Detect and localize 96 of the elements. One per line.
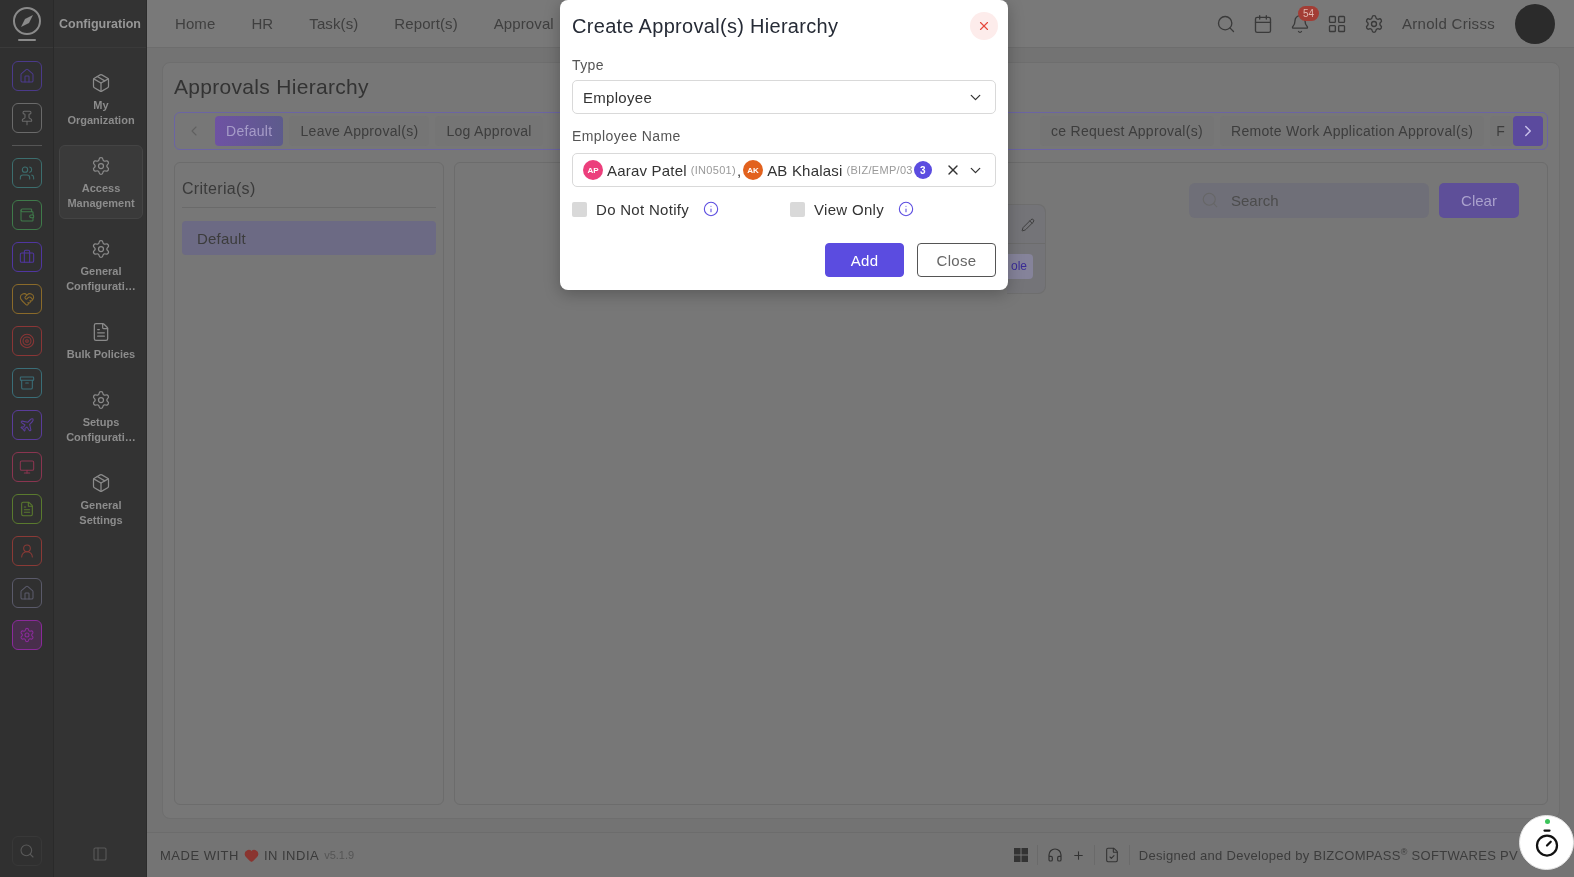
sidebar-item[interactable]: Bulk Policies — [59, 311, 143, 370]
sidebar-title: Configuration — [59, 16, 141, 31]
archive-icon — [18, 375, 35, 391]
plane-icon — [18, 417, 35, 433]
package-icon — [91, 473, 111, 493]
rail-button[interactable] — [11, 284, 42, 314]
calendar-icon[interactable] — [1252, 13, 1273, 34]
target-icon — [18, 333, 35, 349]
card-link[interactable]: ole — [1007, 254, 1033, 279]
wallet-icon — [18, 207, 35, 223]
rail-button[interactable] — [11, 452, 42, 482]
compass-icon[interactable] — [11, 5, 42, 42]
status-dot-icon — [1545, 819, 1550, 824]
settings-icon — [18, 627, 35, 643]
sidebar-item[interactable]: Setups Configurati… — [59, 379, 143, 453]
settings-icon[interactable] — [1363, 13, 1384, 34]
nav-link[interactable]: Report(s) — [394, 15, 458, 32]
person-icon — [18, 543, 35, 559]
user-name[interactable]: Arnold Crisss — [1401, 15, 1495, 32]
rail-button[interactable] — [11, 158, 42, 188]
settings-icon — [91, 239, 111, 259]
comma-separator: , — [736, 161, 742, 179]
rail-button[interactable] — [11, 494, 42, 524]
employee-name: Aarav Patel — [607, 161, 687, 179]
checkbox[interactable] — [572, 201, 587, 217]
next-button[interactable] — [1513, 116, 1543, 146]
close-button[interactable] — [970, 12, 998, 40]
employee-name: AB Khalasi — [767, 161, 843, 179]
package-icon — [91, 73, 111, 93]
credit-text: Designed and Developed by BIZCOMPASS$^{®}$ SOFTWARES PV — [1138, 846, 1518, 864]
collapse-sidebar-icon[interactable] — [92, 846, 108, 862]
document-check-icon[interactable] — [1103, 847, 1120, 863]
sidebar-item[interactable]: General Settings — [59, 462, 143, 536]
rail-button[interactable] — [11, 326, 42, 356]
rail-button[interactable] — [11, 536, 42, 566]
monitor-icon — [18, 459, 35, 475]
close-icon — [977, 19, 991, 33]
rail-button[interactable] — [11, 103, 42, 133]
plus-icon[interactable] — [1071, 848, 1085, 862]
nav-link[interactable]: HR — [251, 15, 274, 32]
rail-button[interactable] — [11, 200, 42, 230]
close-button[interactable]: Close — [917, 243, 996, 277]
pencil-icon[interactable] — [1021, 218, 1035, 232]
checkbox[interactable] — [790, 201, 805, 217]
nav-link[interactable]: Home — [175, 15, 216, 32]
tab[interactable]: Default — [215, 116, 284, 146]
heart-icon — [243, 847, 259, 863]
headset-icon[interactable] — [1046, 847, 1063, 863]
rail-button[interactable] — [11, 242, 42, 272]
checkbox-label: View Only — [814, 200, 884, 218]
window-panes-icon[interactable] — [1013, 848, 1028, 862]
search-icon[interactable] — [1215, 13, 1236, 34]
initials-avatar: AP — [583, 160, 603, 180]
search-button[interactable] — [11, 836, 42, 866]
dialog-title: Create Approval(s) Hierarchy — [572, 14, 839, 38]
heart-handshake-icon — [18, 291, 35, 307]
sidebar-item[interactable]: Access Management — [59, 145, 143, 219]
rail-button[interactable] — [11, 410, 42, 440]
nav-link[interactable]: Approval — [493, 15, 554, 32]
document-icon — [91, 322, 111, 342]
nav-link[interactable]: Task(s) — [309, 15, 359, 32]
field-label: Employee Name — [572, 127, 681, 145]
add-button[interactable]: Add — [825, 243, 904, 277]
document-icon — [18, 501, 35, 517]
footer-text: IN INDIA — [263, 847, 320, 863]
more-count-badge: 3 — [913, 161, 932, 179]
people-icon — [18, 165, 35, 181]
panel-title: Criteria(s) — [182, 179, 257, 199]
settings-icon — [91, 390, 111, 410]
notification-badge: 54 — [1297, 5, 1320, 21]
avatar[interactable] — [1515, 3, 1555, 44]
rail-button[interactable] — [11, 578, 42, 608]
clear-button[interactable]: Clear — [1439, 183, 1519, 218]
rail-button[interactable] — [11, 620, 42, 650]
field-label: Type — [572, 56, 604, 74]
type-select[interactable]: Employee — [572, 80, 996, 114]
initials-avatar: AK — [743, 160, 764, 180]
grid-icon[interactable] — [1326, 13, 1347, 34]
home-icon — [18, 68, 35, 84]
info-icon[interactable] — [703, 201, 720, 217]
briefcase-icon — [18, 249, 35, 265]
employee-code: (BIZ/EMP/03 — [846, 164, 913, 176]
search-icon — [18, 843, 35, 859]
info-icon[interactable] — [897, 201, 914, 217]
criteria-item[interactable]: Default — [182, 221, 436, 255]
sidebar-item[interactable]: My Organization — [59, 62, 143, 136]
employee-code: (IN0501) — [690, 164, 736, 176]
rail-button[interactable] — [11, 368, 42, 398]
sidebar-item[interactable]: General Configurati… — [59, 228, 143, 302]
rail-button[interactable] — [11, 61, 42, 91]
page-title: Approvals Hierarchy — [174, 74, 369, 100]
footer-text: MADE WITH — [160, 847, 239, 863]
house-icon — [18, 585, 35, 601]
checkbox-label: Do Not Notify — [596, 200, 690, 218]
employee-select[interactable]: AP Aarav Patel (IN0501), AK AB Khalasi (BIZ/EMP/03 3 — [572, 153, 996, 187]
settings-icon — [91, 156, 111, 176]
